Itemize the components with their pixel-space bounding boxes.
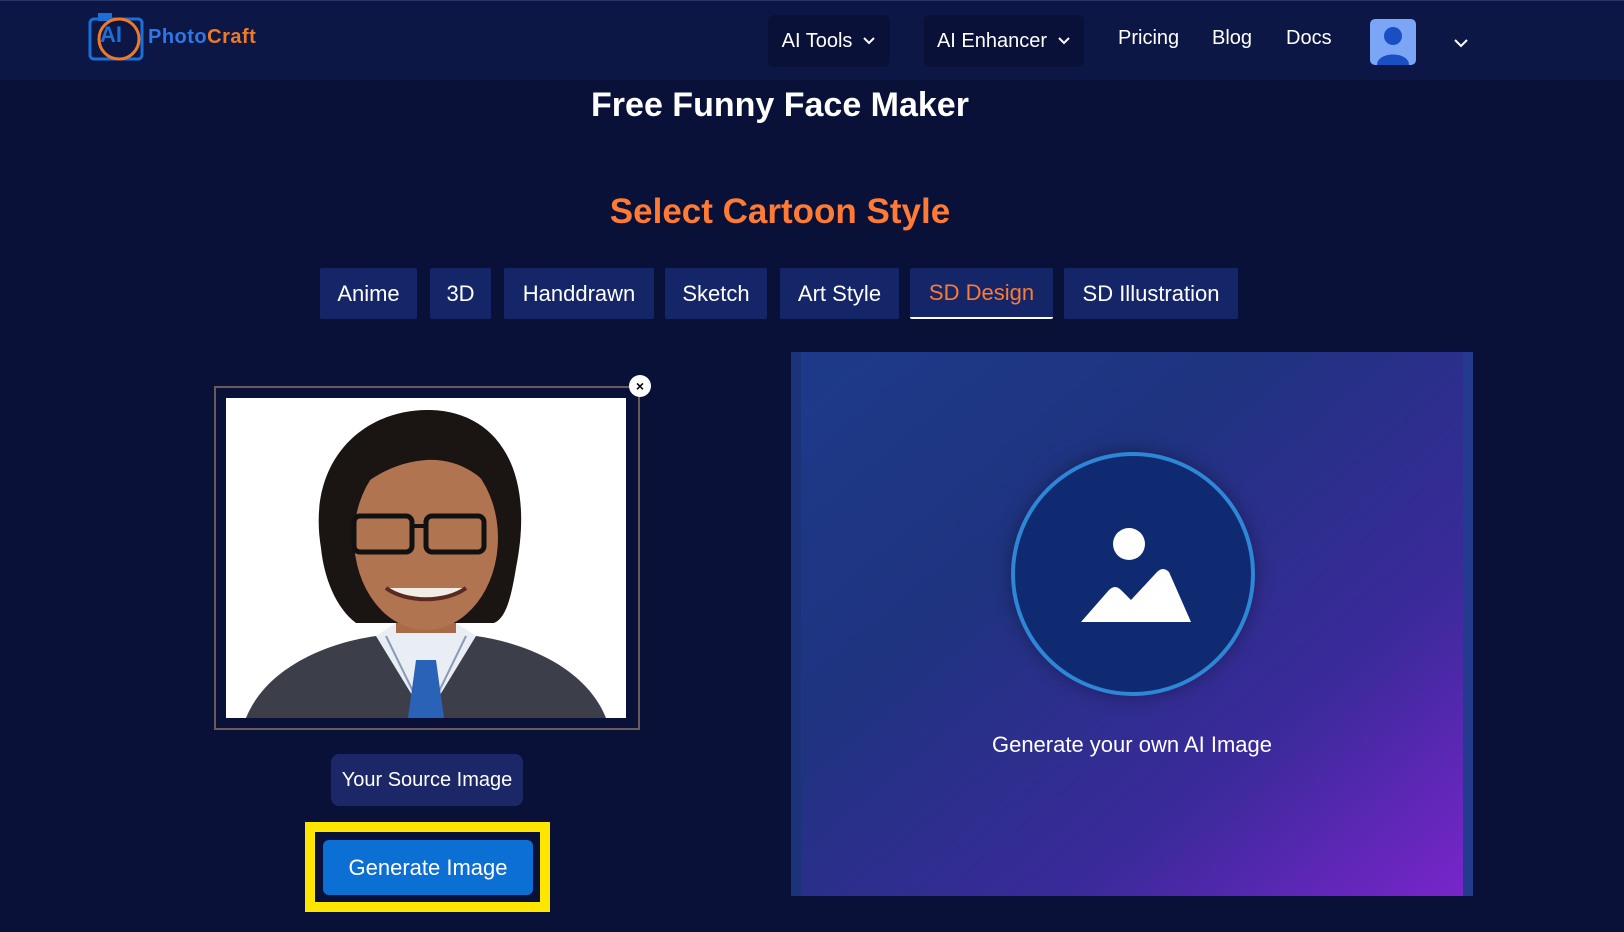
account-chevron-down-icon[interactable] bbox=[1453, 37, 1469, 49]
section-title: Select Cartoon Style bbox=[609, 192, 951, 231]
output-placeholder-circle bbox=[1011, 452, 1255, 696]
page-title: Free Funny Face Maker bbox=[591, 86, 969, 124]
tab-sketch[interactable]: Sketch bbox=[665, 268, 767, 319]
remove-image-close-icon[interactable]: × bbox=[629, 375, 651, 397]
logo-wordmark: PhotoCraft bbox=[148, 26, 256, 49]
nav-ai-enhancer-dropdown[interactable]: AI Enhancer bbox=[924, 15, 1084, 67]
nav-ai-enhancer-label: AI Enhancer bbox=[936, 29, 1048, 52]
logo-word-photo: Photo bbox=[148, 25, 208, 48]
portrait-image bbox=[226, 398, 626, 718]
tab-sd-design[interactable]: SD Design bbox=[910, 268, 1053, 319]
avatar[interactable] bbox=[1370, 19, 1416, 65]
chevron-down-icon bbox=[1058, 37, 1070, 45]
nav-link-pricing[interactable]: Pricing bbox=[1118, 27, 1179, 50]
nav-link-docs[interactable]: Docs bbox=[1286, 27, 1332, 50]
camera-logo-icon: AI bbox=[88, 9, 146, 63]
top-nav: AI PhotoCraft AI Tools AI Enhancer Prici… bbox=[0, 0, 1624, 80]
panel-edge-right bbox=[1463, 352, 1473, 896]
user-icon bbox=[1377, 27, 1409, 65]
logo-ai-text: AI bbox=[100, 22, 122, 47]
image-placeholder-icon bbox=[1081, 528, 1191, 622]
panel-edge-left bbox=[791, 352, 801, 896]
tab-art-style[interactable]: Art Style bbox=[780, 268, 899, 319]
nav-link-blog[interactable]: Blog bbox=[1212, 27, 1252, 50]
output-caption: Generate your own AI Image bbox=[991, 732, 1273, 757]
logo-word-craft: Craft bbox=[207, 25, 257, 48]
source-photo bbox=[226, 398, 626, 718]
tab-anime[interactable]: Anime bbox=[320, 268, 417, 319]
tab-3d[interactable]: 3D bbox=[430, 268, 491, 319]
chevron-down-icon bbox=[863, 37, 876, 45]
logo[interactable]: AI PhotoCraft bbox=[88, 9, 256, 63]
nav-ai-tools-dropdown[interactable]: AI Tools bbox=[768, 15, 890, 67]
nav-ai-tools-label: AI Tools bbox=[781, 29, 853, 52]
page: AI PhotoCraft AI Tools AI Enhancer Prici… bbox=[0, 0, 1624, 932]
output-panel: Generate your own AI Image bbox=[791, 352, 1473, 896]
source-image-label: Your Source Image bbox=[331, 754, 523, 806]
tab-handdrawn[interactable]: Handdrawn bbox=[504, 268, 654, 319]
tab-sd-illustration[interactable]: SD Illustration bbox=[1064, 268, 1238, 319]
generate-image-button[interactable]: Generate Image bbox=[323, 840, 533, 895]
